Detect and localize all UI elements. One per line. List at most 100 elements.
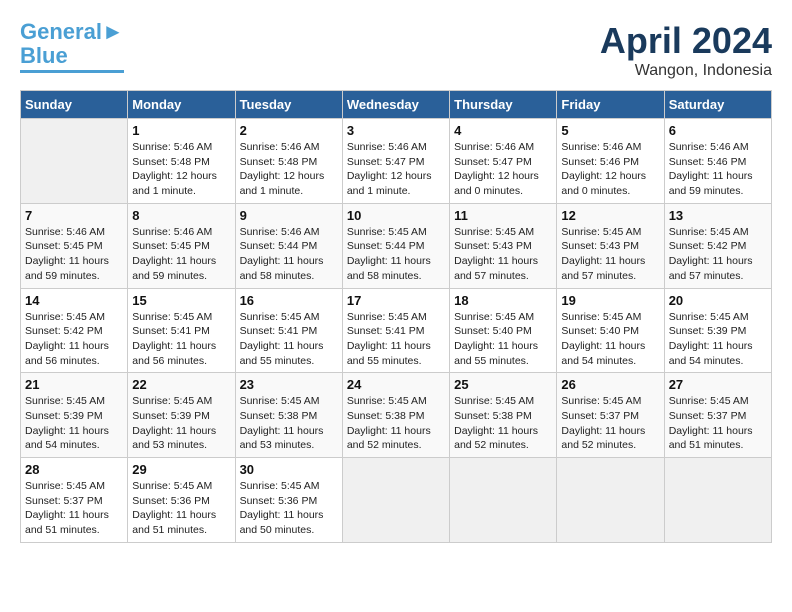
day-number: 17 xyxy=(347,293,445,308)
logo-general: General xyxy=(20,19,102,44)
day-cell: 18 Sunrise: 5:45 AM Sunset: 5:40 PM Dayli… xyxy=(450,288,557,373)
day-cell: 3 Sunrise: 5:46 AM Sunset: 5:47 PM Daylig… xyxy=(342,119,449,204)
day-info: Sunrise: 5:45 AM Sunset: 5:41 PM Dayligh… xyxy=(132,310,230,369)
day-number: 11 xyxy=(454,208,552,223)
logo: General► Blue xyxy=(20,20,124,73)
day-info: Sunrise: 5:45 AM Sunset: 5:37 PM Dayligh… xyxy=(25,479,123,538)
day-cell xyxy=(21,119,128,204)
page-header: General► Blue April 2024 Wangon, Indones… xyxy=(20,20,772,80)
day-info: Sunrise: 5:45 AM Sunset: 5:40 PM Dayligh… xyxy=(454,310,552,369)
day-number: 27 xyxy=(669,377,767,392)
logo-blue-text: Blue xyxy=(20,43,68,68)
day-number: 5 xyxy=(561,123,659,138)
day-info: Sunrise: 5:45 AM Sunset: 5:41 PM Dayligh… xyxy=(347,310,445,369)
day-cell: 12 Sunrise: 5:45 AM Sunset: 5:43 PM Dayli… xyxy=(557,203,664,288)
day-number: 18 xyxy=(454,293,552,308)
day-info: Sunrise: 5:45 AM Sunset: 5:44 PM Dayligh… xyxy=(347,225,445,284)
day-cell xyxy=(342,458,449,543)
day-number: 4 xyxy=(454,123,552,138)
day-number: 20 xyxy=(669,293,767,308)
col-header-sunday: Sunday xyxy=(21,91,128,119)
day-cell: 28Sunrise: 5:45 AM Sunset: 5:37 PM Dayli… xyxy=(21,458,128,543)
logo-blue: ► xyxy=(102,19,124,44)
day-cell: 13 Sunrise: 5:45 AM Sunset: 5:42 PM Dayli… xyxy=(664,203,771,288)
day-cell: 5Sunrise: 5:46 AM Sunset: 5:46 PM Daylig… xyxy=(557,119,664,204)
day-info: Sunrise: 5:46 AM Sunset: 5:45 PM Dayligh… xyxy=(25,225,123,284)
day-number: 12 xyxy=(561,208,659,223)
day-number: 29 xyxy=(132,462,230,477)
day-info: Sunrise: 5:46 AM Sunset: 5:44 PM Dayligh… xyxy=(240,225,338,284)
day-info: Sunrise: 5:46 AM Sunset: 5:45 PM Dayligh… xyxy=(132,225,230,284)
day-number: 23 xyxy=(240,377,338,392)
day-cell: 6 Sunrise: 5:46 AM Sunset: 5:46 PM Daylig… xyxy=(664,119,771,204)
header-row: SundayMondayTuesdayWednesdayThursdayFrid… xyxy=(21,91,772,119)
day-number: 22 xyxy=(132,377,230,392)
day-number: 8 xyxy=(132,208,230,223)
day-info: Sunrise: 5:45 AM Sunset: 5:41 PM Dayligh… xyxy=(240,310,338,369)
day-cell: 25Sunrise: 5:45 AM Sunset: 5:38 PM Dayli… xyxy=(450,373,557,458)
day-number: 6 xyxy=(669,123,767,138)
day-number: 9 xyxy=(240,208,338,223)
day-cell: 4 Sunrise: 5:46 AM Sunset: 5:47 PM Daylig… xyxy=(450,119,557,204)
day-number: 7 xyxy=(25,208,123,223)
day-info: Sunrise: 5:45 AM Sunset: 5:42 PM Dayligh… xyxy=(25,310,123,369)
day-info: Sunrise: 5:46 AM Sunset: 5:46 PM Dayligh… xyxy=(669,140,767,199)
day-number: 16 xyxy=(240,293,338,308)
week-row-5: 28Sunrise: 5:45 AM Sunset: 5:37 PM Dayli… xyxy=(21,458,772,543)
logo-text: General► Blue xyxy=(20,20,124,68)
day-number: 10 xyxy=(347,208,445,223)
week-row-2: 7 Sunrise: 5:46 AM Sunset: 5:45 PM Daylig… xyxy=(21,203,772,288)
day-info: Sunrise: 5:45 AM Sunset: 5:43 PM Dayligh… xyxy=(561,225,659,284)
day-info: Sunrise: 5:45 AM Sunset: 5:38 PM Dayligh… xyxy=(240,394,338,453)
day-info: Sunrise: 5:45 AM Sunset: 5:38 PM Dayligh… xyxy=(347,394,445,453)
day-number: 13 xyxy=(669,208,767,223)
day-cell: 20 Sunrise: 5:45 AM Sunset: 5:39 PM Dayli… xyxy=(664,288,771,373)
day-number: 15 xyxy=(132,293,230,308)
day-number: 26 xyxy=(561,377,659,392)
col-header-saturday: Saturday xyxy=(664,91,771,119)
week-row-3: 14 Sunrise: 5:45 AM Sunset: 5:42 PM Dayli… xyxy=(21,288,772,373)
day-number: 14 xyxy=(25,293,123,308)
day-cell: 21 Sunrise: 5:45 AM Sunset: 5:39 PM Dayli… xyxy=(21,373,128,458)
day-cell: 14 Sunrise: 5:45 AM Sunset: 5:42 PM Dayli… xyxy=(21,288,128,373)
col-header-monday: Monday xyxy=(128,91,235,119)
day-info: Sunrise: 5:45 AM Sunset: 5:36 PM Dayligh… xyxy=(132,479,230,538)
day-cell: 2 Sunrise: 5:46 AM Sunset: 5:48 PM Daylig… xyxy=(235,119,342,204)
col-header-tuesday: Tuesday xyxy=(235,91,342,119)
day-number: 2 xyxy=(240,123,338,138)
day-info: Sunrise: 5:45 AM Sunset: 5:40 PM Dayligh… xyxy=(561,310,659,369)
week-row-4: 21 Sunrise: 5:45 AM Sunset: 5:39 PM Dayli… xyxy=(21,373,772,458)
day-info: Sunrise: 5:46 AM Sunset: 5:48 PM Dayligh… xyxy=(240,140,338,199)
day-info: Sunrise: 5:46 AM Sunset: 5:47 PM Dayligh… xyxy=(347,140,445,199)
day-cell: 9 Sunrise: 5:46 AM Sunset: 5:44 PM Daylig… xyxy=(235,203,342,288)
day-info: Sunrise: 5:46 AM Sunset: 5:48 PM Dayligh… xyxy=(132,140,230,199)
day-info: Sunrise: 5:45 AM Sunset: 5:39 PM Dayligh… xyxy=(25,394,123,453)
day-cell: 22Sunrise: 5:45 AM Sunset: 5:39 PM Dayli… xyxy=(128,373,235,458)
day-cell xyxy=(664,458,771,543)
day-number: 1 xyxy=(132,123,230,138)
col-header-friday: Friday xyxy=(557,91,664,119)
day-cell: 29 Sunrise: 5:45 AM Sunset: 5:36 PM Dayli… xyxy=(128,458,235,543)
location: Wangon, Indonesia xyxy=(600,62,772,80)
day-number: 30 xyxy=(240,462,338,477)
day-cell: 24Sunrise: 5:45 AM Sunset: 5:38 PM Dayli… xyxy=(342,373,449,458)
day-cell: 19Sunrise: 5:45 AM Sunset: 5:40 PM Dayli… xyxy=(557,288,664,373)
day-number: 21 xyxy=(25,377,123,392)
day-info: Sunrise: 5:45 AM Sunset: 5:42 PM Dayligh… xyxy=(669,225,767,284)
day-cell: 26Sunrise: 5:45 AM Sunset: 5:37 PM Dayli… xyxy=(557,373,664,458)
day-info: Sunrise: 5:46 AM Sunset: 5:47 PM Dayligh… xyxy=(454,140,552,199)
day-cell: 11 Sunrise: 5:45 AM Sunset: 5:43 PM Dayli… xyxy=(450,203,557,288)
col-header-thursday: Thursday xyxy=(450,91,557,119)
day-info: Sunrise: 5:45 AM Sunset: 5:36 PM Dayligh… xyxy=(240,479,338,538)
day-cell: 17 Sunrise: 5:45 AM Sunset: 5:41 PM Dayli… xyxy=(342,288,449,373)
day-info: Sunrise: 5:45 AM Sunset: 5:43 PM Dayligh… xyxy=(454,225,552,284)
day-info: Sunrise: 5:45 AM Sunset: 5:39 PM Dayligh… xyxy=(669,310,767,369)
day-cell: 15 Sunrise: 5:45 AM Sunset: 5:41 PM Dayli… xyxy=(128,288,235,373)
day-cell xyxy=(450,458,557,543)
calendar-table: SundayMondayTuesdayWednesdayThursdayFrid… xyxy=(20,90,772,543)
day-cell: 10 Sunrise: 5:45 AM Sunset: 5:44 PM Dayli… xyxy=(342,203,449,288)
day-info: Sunrise: 5:45 AM Sunset: 5:37 PM Dayligh… xyxy=(669,394,767,453)
day-number: 3 xyxy=(347,123,445,138)
day-cell: 7 Sunrise: 5:46 AM Sunset: 5:45 PM Daylig… xyxy=(21,203,128,288)
title-area: April 2024 Wangon, Indonesia xyxy=(600,20,772,80)
